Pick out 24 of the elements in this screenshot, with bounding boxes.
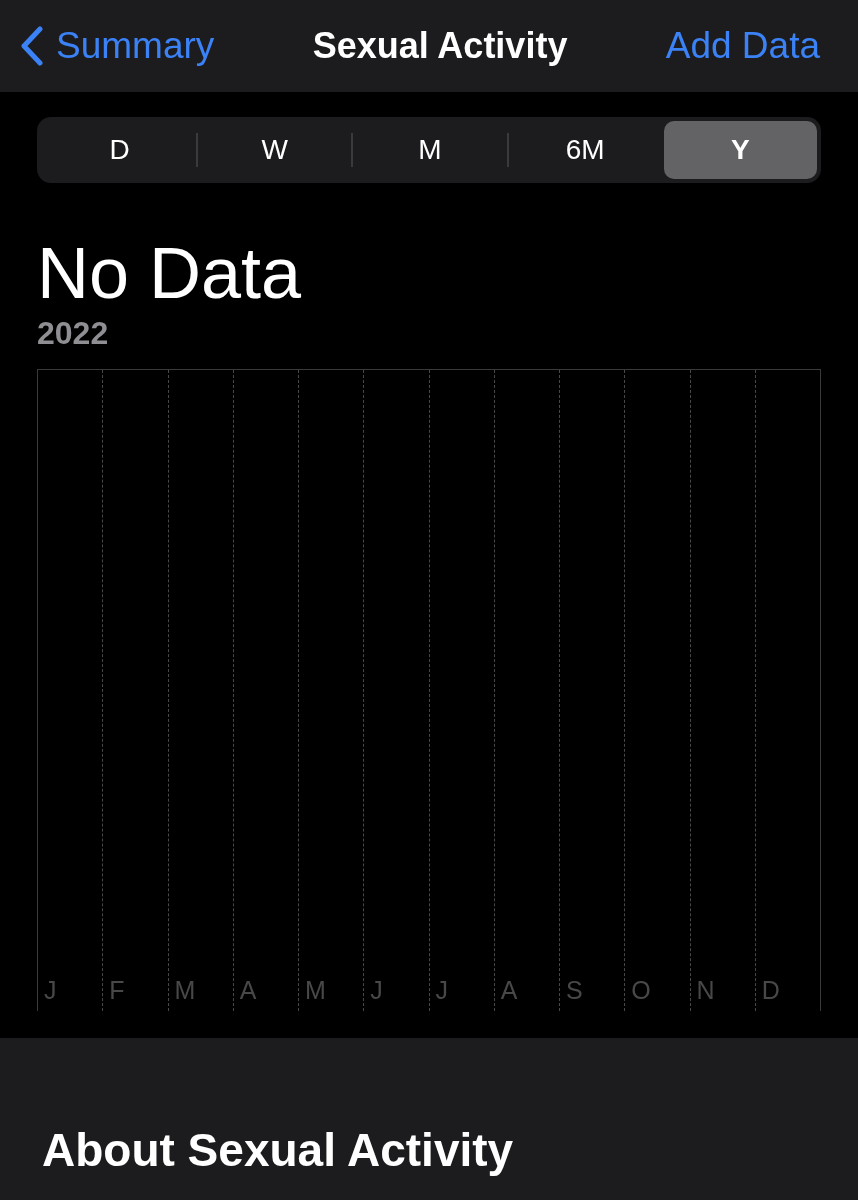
section-heading: About Sexual Activity [42,1123,515,1178]
range-tab[interactable]: Y [663,121,817,179]
month-label: O [630,974,651,1006]
back-chevron-icon [20,26,44,66]
month-label: J [369,974,383,1006]
range-tab[interactable]: D [43,121,197,179]
summary-value: No Data [37,233,303,313]
add-data-button[interactable]: Add Data [665,18,838,74]
range-tab[interactable]: M [353,121,507,179]
month-label: M [304,974,326,1006]
screen-title: Sexual Activity [312,24,568,68]
back-button[interactable]: Summary [20,18,215,74]
month-label: J [43,974,57,1006]
range-tab[interactable]: W [198,121,352,179]
month-label: J [434,974,448,1006]
month-label: M [173,974,196,1006]
month-label: N [695,974,715,1006]
range-tab[interactable]: 6M [508,121,662,179]
month-label: F [108,974,125,1006]
month-label: A [499,974,518,1006]
month-label: S [565,974,583,1006]
month-label: A [238,974,257,1006]
month-label: D [760,974,780,1006]
period-label: 2022 [37,314,110,353]
